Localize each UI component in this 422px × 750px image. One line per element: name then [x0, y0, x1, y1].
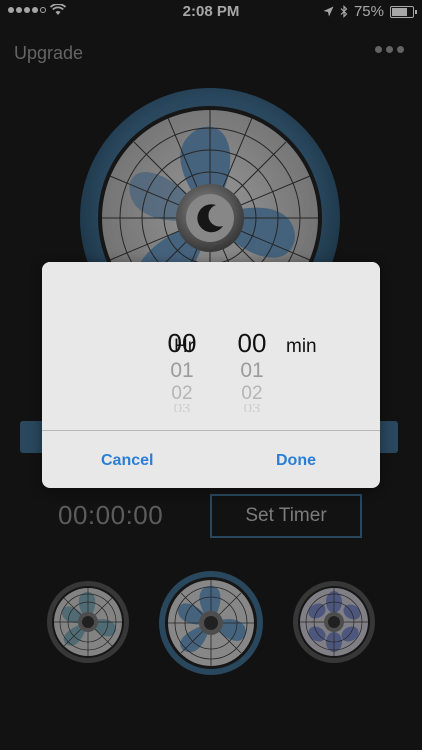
app-screen: 2:08 PM 75% Upgrade 00:00:00 Set Timer 0…: [0, 0, 422, 750]
minutes-option[interactable]: 03: [222, 404, 282, 412]
timer-picker-dialog: 00 01 02 03 Hr 00 01 02 03 min Cancel Do…: [42, 262, 380, 488]
hours-option[interactable]: 03: [152, 404, 212, 412]
hours-unit-label: Hr: [174, 336, 195, 357]
minutes-option[interactable]: 01: [222, 358, 282, 384]
hours-option[interactable]: 02: [152, 384, 212, 404]
minutes-picker[interactable]: 00 01 02 03: [222, 328, 282, 412]
done-button[interactable]: Done: [276, 452, 316, 470]
dialog-divider: [42, 430, 380, 431]
minutes-selected[interactable]: 00: [222, 328, 282, 358]
cancel-button[interactable]: Cancel: [101, 452, 153, 470]
hours-option[interactable]: 01: [152, 358, 212, 384]
picker-area: 00 01 02 03 Hr 00 01 02 03 min: [42, 262, 380, 430]
picker-fade: [42, 262, 380, 322]
minutes-option[interactable]: 02: [222, 384, 282, 404]
minutes-unit-label: min: [286, 336, 317, 357]
